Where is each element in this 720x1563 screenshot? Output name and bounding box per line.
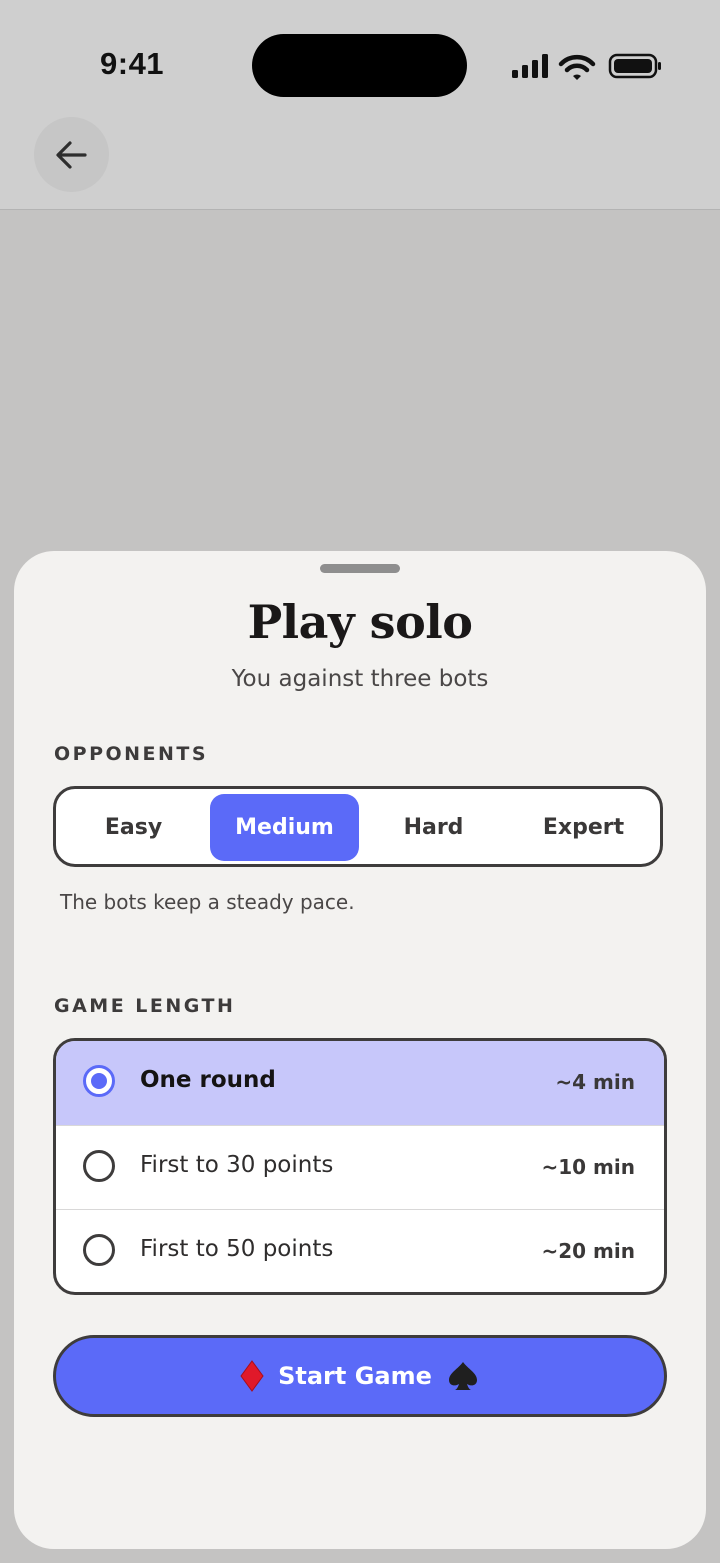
game-length-option-one-round[interactable]: One round ~4 min: [56, 1041, 664, 1125]
game-length-section-label: GAME LENGTH: [54, 995, 236, 1017]
radio-unselected-icon: [83, 1150, 115, 1182]
difficulty-option-hard[interactable]: Hard: [359, 794, 508, 861]
dynamic-island: [252, 34, 467, 97]
sheet-grabber[interactable]: [320, 564, 400, 573]
game-length-option-time: ~4 min: [555, 1070, 635, 1094]
diamond-suit-icon: [240, 1360, 264, 1392]
game-length-option-time: ~20 min: [541, 1239, 636, 1263]
radio-unselected-icon: [83, 1234, 115, 1266]
arrow-left-icon: [55, 140, 87, 169]
sheet-subtitle: You against three bots: [231, 666, 489, 692]
game-length-option-label: First to 30 points: [140, 1152, 334, 1178]
start-game-button[interactable]: Start Game: [53, 1335, 667, 1417]
start-game-label: Start Game: [278, 1362, 432, 1390]
wifi-icon: [558, 54, 596, 80]
battery-icon: [608, 53, 661, 79]
play-solo-sheet: Play solo You against three bots OPPONEN…: [14, 551, 706, 1549]
status-bar-time: 9:41: [100, 46, 165, 81]
sheet-title: Play solo: [247, 595, 473, 649]
game-length-option-time: ~10 min: [541, 1155, 636, 1179]
radio-selected-icon: [83, 1065, 115, 1097]
spade-suit-icon: [448, 1362, 477, 1390]
status-bar-icons: [510, 50, 662, 82]
back-button[interactable]: [34, 117, 109, 192]
difficulty-segmented-control: Easy Medium Hard Expert: [53, 786, 663, 867]
game-length-options: One round ~4 min First to 30 points ~10 …: [53, 1038, 667, 1295]
game-length-option-label: One round: [140, 1067, 276, 1093]
difficulty-option-easy[interactable]: Easy: [59, 794, 208, 861]
opponents-section-label: OPPONENTS: [54, 743, 209, 765]
game-length-option-label: First to 50 points: [140, 1236, 334, 1262]
game-length-option-first-to-50[interactable]: First to 50 points ~20 min: [56, 1209, 664, 1292]
difficulty-option-expert[interactable]: Expert: [509, 794, 658, 861]
game-length-option-first-to-30[interactable]: First to 30 points ~10 min: [56, 1125, 664, 1210]
cellular-signal-icon: [512, 54, 548, 78]
difficulty-option-medium[interactable]: Medium: [210, 794, 359, 861]
app-header-backdrop: 9:41: [0, 0, 720, 210]
radio-dot: [91, 1073, 107, 1089]
difficulty-description: The bots keep a steady pace.: [60, 890, 355, 914]
